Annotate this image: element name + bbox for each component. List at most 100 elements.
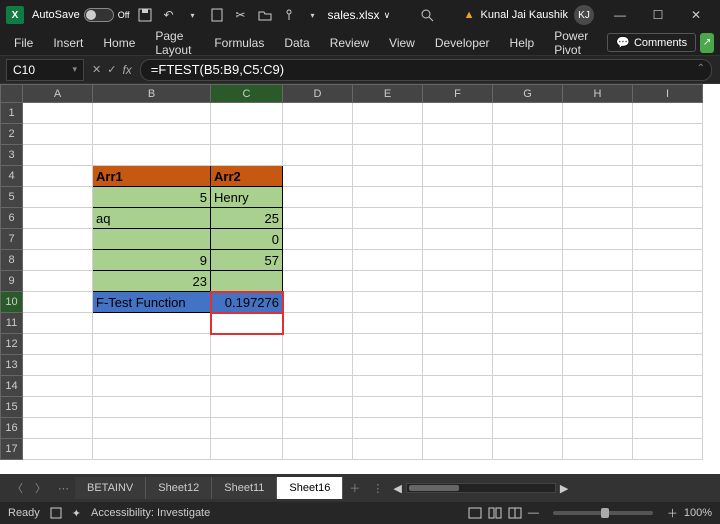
horizontal-scrollbar[interactable] <box>406 483 556 493</box>
cell-c5[interactable]: Henry <box>211 187 283 208</box>
tab-review[interactable]: Review <box>322 32 377 54</box>
formula-expand-icon[interactable]: ⌃ <box>697 63 705 74</box>
sheet-tab-betainv[interactable]: BETAINV <box>75 477 146 499</box>
col-header-h[interactable]: H <box>563 85 633 103</box>
row-header[interactable]: 8 <box>1 250 23 271</box>
autosave-toggle[interactable]: AutoSave Off <box>32 8 130 22</box>
row-header[interactable]: 11 <box>1 313 23 334</box>
macro-record-icon[interactable] <box>50 507 62 519</box>
row-header[interactable]: 13 <box>1 355 23 376</box>
tab-scroll-right-icon[interactable]: 〉 <box>29 480 52 496</box>
save-icon[interactable] <box>138 8 152 22</box>
select-all-corner[interactable] <box>1 85 23 103</box>
open-icon[interactable] <box>258 8 272 22</box>
row-header[interactable]: 3 <box>1 145 23 166</box>
col-header-b[interactable]: B <box>93 85 211 103</box>
tab-file[interactable]: File <box>6 32 41 54</box>
tab-developer[interactable]: Developer <box>427 32 498 54</box>
filename-area[interactable]: sales.xlsx ∨ <box>328 8 391 22</box>
tab-page-layout[interactable]: Page Layout <box>147 25 202 61</box>
formula-input[interactable]: =FTEST(B5:B9,C5:C9) ⌃ <box>140 59 712 81</box>
row-header[interactable]: 5 <box>1 187 23 208</box>
sheet-tab-sheet11[interactable]: Sheet11 <box>212 477 277 499</box>
undo-icon[interactable]: ↶ <box>162 8 176 22</box>
tab-insert[interactable]: Insert <box>45 32 91 54</box>
col-header-f[interactable]: F <box>423 85 493 103</box>
view-page-layout-icon[interactable] <box>488 507 502 519</box>
row-header[interactable]: 4 <box>1 166 23 187</box>
zoom-in-icon[interactable]: ＋ <box>667 505 678 521</box>
row-header[interactable]: 12 <box>1 334 23 355</box>
col-header-c[interactable]: C <box>211 85 283 103</box>
tab-help[interactable]: Help <box>502 32 543 54</box>
cell-c4[interactable]: Arr2 <box>211 166 283 187</box>
new-file-icon[interactable] <box>210 8 224 22</box>
cell-c6[interactable]: 25 <box>211 208 283 229</box>
tab-view[interactable]: View <box>381 32 423 54</box>
cell-b7[interactable] <box>93 229 211 250</box>
view-page-break-icon[interactable] <box>508 507 522 519</box>
row-header[interactable]: 1 <box>1 103 23 124</box>
name-box-dropdown-icon[interactable]: ▾ <box>72 64 77 75</box>
row-header[interactable]: 15 <box>1 397 23 418</box>
tab-formulas[interactable]: Formulas <box>206 32 272 54</box>
col-header-a[interactable]: A <box>23 85 93 103</box>
cell-b10[interactable]: F-Test Function <box>93 292 211 313</box>
cell-b6[interactable]: aq <box>93 208 211 229</box>
qat-overflow-icon[interactable]: ▾ <box>306 8 320 22</box>
accessibility-text[interactable]: Accessibility: Investigate <box>91 507 210 519</box>
touch-mode-icon[interactable] <box>282 8 296 22</box>
formula-enter-icon[interactable]: ✓ <box>107 63 116 76</box>
zoom-slider[interactable] <box>553 511 653 515</box>
row-header[interactable]: 17 <box>1 439 23 460</box>
cell-b4[interactable]: Arr1 <box>93 166 211 187</box>
close-button[interactable]: ✕ <box>678 1 714 29</box>
minimize-button[interactable]: — <box>602 1 638 29</box>
cell-c10-active[interactable]: 0.197276 <box>211 292 283 313</box>
new-sheet-icon[interactable]: ＋ <box>343 480 366 496</box>
name-box[interactable]: C10 ▾ <box>6 59 84 81</box>
row-header[interactable]: 6 <box>1 208 23 229</box>
zoom-out-icon[interactable]: — <box>528 507 539 519</box>
user-account[interactable]: ▲ Kunal Jai Kaushik KJ <box>464 5 594 25</box>
formula-cancel-icon[interactable]: ✕ <box>92 63 101 76</box>
sheet-tab-sheet12[interactable]: Sheet12 <box>146 477 212 499</box>
tab-list-icon[interactable]: ⋯ <box>52 482 75 495</box>
redo-dropdown-icon[interactable]: ▾ <box>186 8 200 22</box>
cell-b5[interactable]: 5 <box>93 187 211 208</box>
sheet-tab-sheet16[interactable]: Sheet16 <box>277 477 343 499</box>
maximize-button[interactable]: ☐ <box>640 1 676 29</box>
fx-icon[interactable]: fx <box>122 63 131 77</box>
cell-b8[interactable]: 9 <box>93 250 211 271</box>
scroll-left-icon[interactable]: ◀ <box>389 482 405 495</box>
cell-b9[interactable]: 23 <box>93 271 211 292</box>
row-header[interactable]: 14 <box>1 376 23 397</box>
row-header[interactable]: 9 <box>1 271 23 292</box>
row-header[interactable]: 2 <box>1 124 23 145</box>
worksheet-grid[interactable]: A B C D E F G H I 1 2 3 4Arr1Arr2 55Henr… <box>0 84 720 474</box>
cell-c11[interactable] <box>211 313 283 334</box>
row-header[interactable]: 7 <box>1 229 23 250</box>
toggle-switch-icon[interactable] <box>84 8 114 22</box>
zoom-level[interactable]: 100% <box>684 507 712 519</box>
view-normal-icon[interactable] <box>468 507 482 519</box>
col-header-d[interactable]: D <box>283 85 353 103</box>
row-header[interactable]: 16 <box>1 418 23 439</box>
cell-c7[interactable]: 0 <box>211 229 283 250</box>
row-header[interactable]: 10 <box>1 292 23 313</box>
tab-data[interactable]: Data <box>276 32 317 54</box>
cut-icon[interactable]: ✂ <box>234 8 248 22</box>
col-header-e[interactable]: E <box>353 85 423 103</box>
search-icon[interactable] <box>420 8 434 22</box>
col-header-g[interactable]: G <box>493 85 563 103</box>
col-header-i[interactable]: I <box>633 85 703 103</box>
comments-button[interactable]: 💬 Comments <box>607 33 696 52</box>
accessibility-icon[interactable]: ✦ <box>72 507 81 520</box>
cell-c9[interactable] <box>211 271 283 292</box>
tab-scroll-left-icon[interactable]: 〈 <box>6 480 29 496</box>
tab-home[interactable]: Home <box>95 32 143 54</box>
cell-c8[interactable]: 57 <box>211 250 283 271</box>
share-button[interactable]: ↗ <box>700 33 714 53</box>
scroll-right-icon[interactable]: ▶ <box>556 482 572 495</box>
tab-power-pivot[interactable]: Power Pivot <box>546 25 599 61</box>
